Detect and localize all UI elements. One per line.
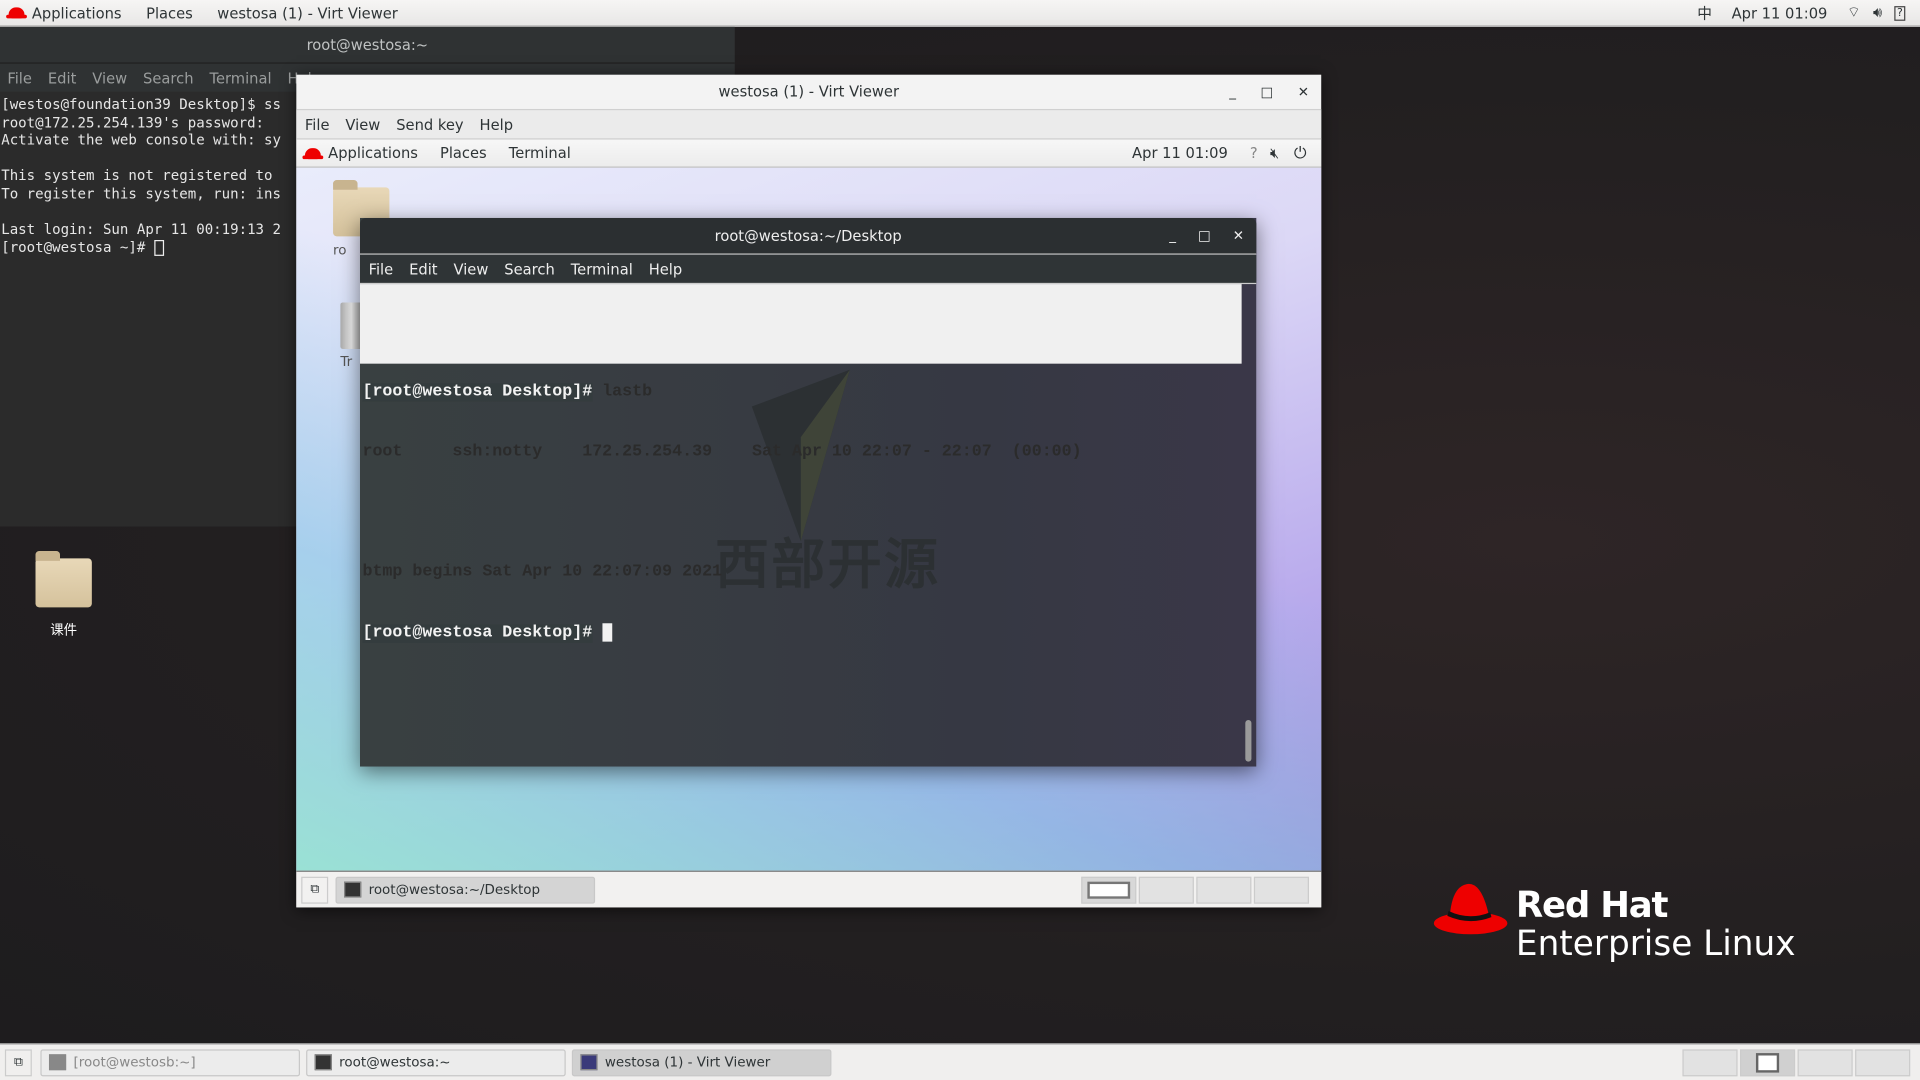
menu-edit[interactable]: Edit (48, 69, 76, 86)
menu-search[interactable]: Search (504, 260, 554, 277)
volume-muted-icon[interactable]: 🔇︎ (1270, 144, 1279, 162)
guest-applications-menu[interactable]: Applications (302, 144, 418, 162)
terminal-icon (344, 881, 362, 898)
maximize-button[interactable]: □ (1198, 217, 1211, 254)
redhat-branding: Red Hat Enterprise Linux (1433, 879, 1796, 965)
menu-view[interactable]: View (345, 116, 380, 133)
window-title: westosa (1) - Virt Viewer (718, 83, 900, 101)
cursor (602, 623, 612, 642)
menu-view[interactable]: View (453, 260, 488, 277)
redhat-icon (6, 7, 27, 19)
workspace-2[interactable] (1740, 1048, 1796, 1076)
task-westosa-terminal[interactable]: root@westosa:~ (306, 1048, 566, 1076)
task-westosb-terminal[interactable]: [root@westosb:~] (40, 1048, 301, 1076)
workspace-4[interactable] (1253, 876, 1309, 904)
battery-unknown-icon[interactable]: ? (1894, 5, 1906, 21)
menu-search[interactable]: Search (143, 69, 193, 86)
minimize-button[interactable]: _ (1229, 74, 1236, 110)
power-icon[interactable]: ⏻ (1294, 144, 1307, 162)
workspace-3[interactable] (1196, 876, 1252, 904)
bottom-taskbar: ⧉ [root@westosb:~] root@westosa:~ westos… (0, 1043, 1920, 1080)
top-bar: Applications Places westosa (1) - Virt V… (0, 0, 1920, 27)
menubar: File View Send key Help (296, 110, 1322, 140)
menu-send-key[interactable]: Send key (396, 116, 463, 133)
network-unknown-icon[interactable]: ? (1250, 144, 1258, 161)
guest-terminal-window: root@westosa:~/Desktop _ □ ✕ File Edit View S… (360, 217, 1257, 767)
terminal-icon (48, 1054, 67, 1071)
desktop-folder[interactable]: 课件 (35, 551, 92, 639)
guest-clock[interactable]: Apr 11 01:09 (1132, 144, 1228, 161)
workspace-switcher (1680, 1048, 1911, 1076)
guest-places-menu[interactable]: Places (440, 144, 487, 161)
active-window-title[interactable]: westosa (1) - Virt Viewer (217, 4, 397, 21)
wifi-icon[interactable]: ⌔ (1847, 4, 1861, 22)
menu-file[interactable]: File (369, 260, 394, 277)
menubar: File Edit View Search Terminal Help (360, 254, 1257, 285)
close-button[interactable]: ✕ (1233, 217, 1244, 254)
applications-menu[interactable]: Applications (6, 4, 122, 21)
minimize-button[interactable]: _ (1169, 217, 1176, 254)
show-desktop-icon[interactable]: ⧉ (301, 876, 329, 904)
redhat-logo-icon (1433, 883, 1508, 935)
workspace-1[interactable] (1081, 876, 1137, 904)
virt-viewer-window: westosa (1) - Virt Viewer _ □ ✕ File View Se… (296, 74, 1322, 908)
maximize-button[interactable]: □ (1260, 74, 1273, 110)
task-virt-viewer[interactable]: westosa (1) - Virt Viewer (571, 1048, 832, 1076)
workspace-2[interactable] (1138, 876, 1194, 904)
menu-terminal[interactable]: Terminal (209, 69, 271, 86)
menu-help[interactable]: Help (480, 116, 514, 133)
clock[interactable]: Apr 11 01:09 (1732, 4, 1828, 21)
guest-task-terminal[interactable]: root@westosa:~/Desktop (335, 876, 596, 904)
menu-file[interactable]: File (305, 116, 330, 133)
scrollbar[interactable] (1245, 720, 1252, 762)
workspace-1[interactable] (1682, 1048, 1738, 1076)
guest-top-bar: Applications Places Terminal Apr 11 01:0… (296, 139, 1322, 168)
guest-taskbar: ⧉ root@westosa:~/Desktop (296, 870, 1322, 908)
menu-file[interactable]: File (7, 69, 32, 86)
folder-icon (35, 551, 92, 608)
places-menu[interactable]: Places (146, 4, 193, 21)
menu-terminal[interactable]: Terminal (571, 260, 633, 277)
workspace-4[interactable] (1855, 1048, 1911, 1076)
input-method-indicator[interactable]: 中 (1697, 2, 1712, 23)
close-button[interactable]: ✕ (1298, 74, 1309, 110)
cursor (153, 239, 164, 256)
terminal-output[interactable]: 西部开源 [root@westosa Desktop]# lastb root … (360, 284, 1256, 766)
redhat-icon (302, 147, 324, 159)
desktop-screen: Applications Places westosa (1) - Virt V… (0, 0, 1920, 1080)
workspace-3[interactable] (1797, 1048, 1853, 1076)
volume-icon[interactable]: 🔊︎ (1873, 4, 1882, 22)
selection-highlight (360, 284, 1242, 364)
menu-view[interactable]: View (92, 69, 127, 86)
window-title: root@westosa:~/Desktop (714, 227, 902, 245)
virt-viewer-icon (580, 1054, 598, 1071)
menu-help[interactable]: Help (649, 260, 683, 277)
guest-desktop: ro Tr root@westosa:~/Desktop _ □ ✕ File Edi… (296, 167, 1322, 871)
window-title: root@westosa:~ _□✕ (0, 26, 735, 284)
terminal-icon (314, 1054, 332, 1071)
workspace-switcher (1079, 876, 1309, 904)
guest-terminal-menu[interactable]: Terminal (509, 144, 571, 161)
menu-edit[interactable]: Edit (409, 260, 437, 277)
show-desktop-icon[interactable]: ⧉ (4, 1048, 32, 1076)
